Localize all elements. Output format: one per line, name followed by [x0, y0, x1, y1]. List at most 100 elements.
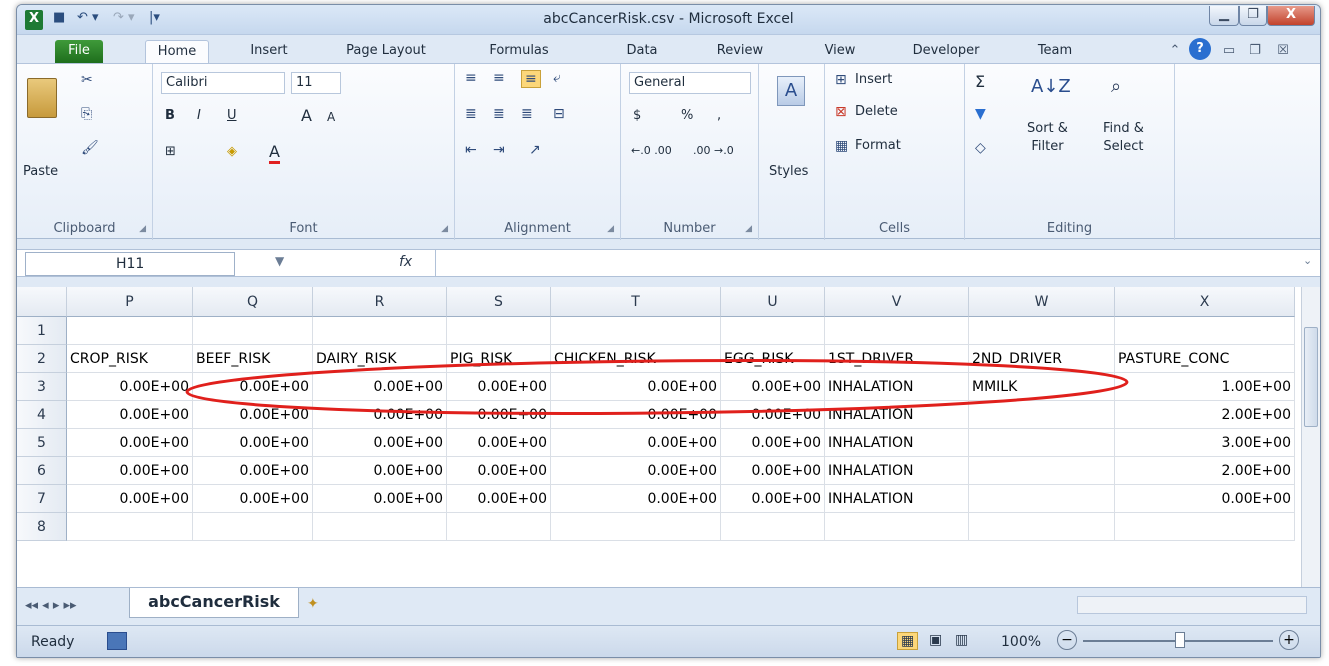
- cell-t2[interactable]: CHICKEN_RISK: [551, 345, 721, 373]
- decrease-indent-icon[interactable]: ⇤: [465, 142, 477, 158]
- grow-font-button[interactable]: A: [301, 106, 312, 125]
- cell-q4[interactable]: 0.00E+00: [193, 401, 313, 429]
- cell-w6[interactable]: [969, 457, 1115, 485]
- zoom-level[interactable]: 100%: [1001, 634, 1041, 650]
- row-header-7[interactable]: 7: [17, 485, 67, 513]
- vertical-scrollbar[interactable]: [1301, 287, 1320, 587]
- cell-x7[interactable]: 0.00E+00: [1115, 485, 1295, 513]
- cell-q6[interactable]: 0.00E+00: [193, 457, 313, 485]
- cell-p7[interactable]: 0.00E+00: [67, 485, 193, 513]
- select-all-corner[interactable]: [17, 287, 67, 317]
- cell-w2[interactable]: 2ND_DRIVER: [969, 345, 1115, 373]
- minimize-button[interactable]: ▁: [1209, 6, 1239, 26]
- decrease-decimal-button[interactable]: .00 →.0: [693, 144, 734, 157]
- cell-t5[interactable]: 0.00E+00: [551, 429, 721, 457]
- cell-v5[interactable]: INHALATION: [825, 429, 969, 457]
- cell-x3[interactable]: 1.00E+00: [1115, 373, 1295, 401]
- cell-q2[interactable]: BEEF_RISK: [193, 345, 313, 373]
- cell-s6[interactable]: 0.00E+00: [447, 457, 551, 485]
- cell-w4[interactable]: [969, 401, 1115, 429]
- cut-icon[interactable]: ✂: [81, 72, 93, 88]
- cell-u8[interactable]: [721, 513, 825, 541]
- cell-u4[interactable]: 0.00E+00: [721, 401, 825, 429]
- increase-indent-icon[interactable]: ⇥: [493, 142, 505, 158]
- vertical-scroll-thumb[interactable]: [1304, 327, 1318, 427]
- tab-developer[interactable]: Developer: [901, 40, 991, 63]
- wrap-text-icon[interactable]: ⤶: [553, 70, 561, 86]
- align-right-icon[interactable]: ≣: [521, 106, 533, 122]
- cell-x8[interactable]: [1115, 513, 1295, 541]
- cell-v7[interactable]: INHALATION: [825, 485, 969, 513]
- comma-button[interactable]: ,: [717, 108, 721, 123]
- alignment-launcher-icon[interactable]: ◢: [607, 224, 614, 234]
- cell-t7[interactable]: 0.00E+00: [551, 485, 721, 513]
- cell-u1[interactable]: [721, 317, 825, 345]
- fill-icon[interactable]: ▼: [975, 106, 986, 122]
- paste-label[interactable]: Paste: [23, 164, 58, 179]
- cell-w3[interactable]: MMILK: [969, 373, 1115, 401]
- cell-s7[interactable]: 0.00E+00: [447, 485, 551, 513]
- clipboard-launcher-icon[interactable]: ◢: [139, 224, 146, 234]
- normal-view-icon[interactable]: ▦: [897, 632, 919, 650]
- cell-r2[interactable]: DAIRY_RISK: [313, 345, 447, 373]
- top-align-icon[interactable]: ≡: [465, 70, 477, 86]
- cell-s2[interactable]: PIG_RISK: [447, 345, 551, 373]
- worksheet-grid[interactable]: P Q R S T U V W X 1 2 CROP_RISK BEEF_RISK DAIRY_RISK P…: [17, 287, 1301, 587]
- underline-button[interactable]: U: [227, 108, 237, 123]
- cell-p5[interactable]: 0.00E+00: [67, 429, 193, 457]
- sheet-nav-icons[interactable]: ◂◂ ◂ ▸ ▸▸: [25, 598, 77, 613]
- cell-v3[interactable]: INHALATION: [825, 373, 969, 401]
- cell-r6[interactable]: 0.00E+00: [313, 457, 447, 485]
- column-header-s[interactable]: S: [447, 287, 551, 317]
- merge-center-icon[interactable]: ⊟: [553, 106, 565, 122]
- tab-team[interactable]: Team: [1027, 40, 1083, 63]
- row-header-3[interactable]: 3: [17, 373, 67, 401]
- cell-s5[interactable]: 0.00E+00: [447, 429, 551, 457]
- font-color-icon[interactable]: A: [269, 142, 280, 164]
- name-box-dropdown-icon[interactable]: ▼: [275, 254, 284, 268]
- row-header-2[interactable]: 2: [17, 345, 67, 373]
- cell-w1[interactable]: [969, 317, 1115, 345]
- bold-button[interactable]: B: [165, 108, 175, 123]
- percent-button[interactable]: %: [681, 108, 693, 123]
- find-select-button[interactable]: Find & Select: [1103, 120, 1144, 156]
- cell-p4[interactable]: 0.00E+00: [67, 401, 193, 429]
- align-center-icon[interactable]: ≣: [493, 106, 505, 122]
- page-layout-view-icon[interactable]: ▣: [929, 632, 942, 648]
- cell-u2[interactable]: EGG_RISK: [721, 345, 825, 373]
- cell-p6[interactable]: 0.00E+00: [67, 457, 193, 485]
- cell-q3[interactable]: 0.00E+00: [193, 373, 313, 401]
- cell-r3[interactable]: 0.00E+00: [313, 373, 447, 401]
- tab-review[interactable]: Review: [707, 40, 773, 63]
- italic-button[interactable]: I: [197, 108, 201, 123]
- number-format-combo[interactable]: General: [629, 72, 751, 94]
- styles-button[interactable]: Styles: [769, 164, 808, 179]
- clear-icon[interactable]: ◇: [975, 140, 986, 156]
- tab-file[interactable]: File: [55, 40, 103, 63]
- column-header-w[interactable]: W: [969, 287, 1115, 317]
- cell-v2[interactable]: 1ST_DRIVER: [825, 345, 969, 373]
- column-header-p[interactable]: P: [67, 287, 193, 317]
- cell-u5[interactable]: 0.00E+00: [721, 429, 825, 457]
- sheet-tab-active[interactable]: abcCancerRisk: [129, 588, 299, 618]
- cell-r4[interactable]: 0.00E+00: [313, 401, 447, 429]
- formula-input[interactable]: [435, 250, 1295, 276]
- cell-x5[interactable]: 3.00E+00: [1115, 429, 1295, 457]
- column-header-x[interactable]: X: [1115, 287, 1295, 317]
- cell-v1[interactable]: [825, 317, 969, 345]
- expand-formula-bar-icon[interactable]: ⌄: [1303, 254, 1312, 267]
- cell-t3[interactable]: 0.00E+00: [551, 373, 721, 401]
- delete-cells-button[interactable]: Delete: [855, 104, 898, 119]
- cell-q7[interactable]: 0.00E+00: [193, 485, 313, 513]
- tab-page-layout[interactable]: Page Layout: [333, 40, 439, 63]
- paste-icon[interactable]: [27, 78, 57, 118]
- cell-u6[interactable]: 0.00E+00: [721, 457, 825, 485]
- column-header-v[interactable]: V: [825, 287, 969, 317]
- cell-v4[interactable]: INHALATION: [825, 401, 969, 429]
- cell-u3[interactable]: 0.00E+00: [721, 373, 825, 401]
- restore-button[interactable]: ❐: [1239, 6, 1267, 26]
- format-cells-button[interactable]: Format: [855, 138, 901, 153]
- cell-u7[interactable]: 0.00E+00: [721, 485, 825, 513]
- font-launcher-icon[interactable]: ◢: [441, 224, 448, 234]
- tab-home[interactable]: Home: [145, 40, 209, 63]
